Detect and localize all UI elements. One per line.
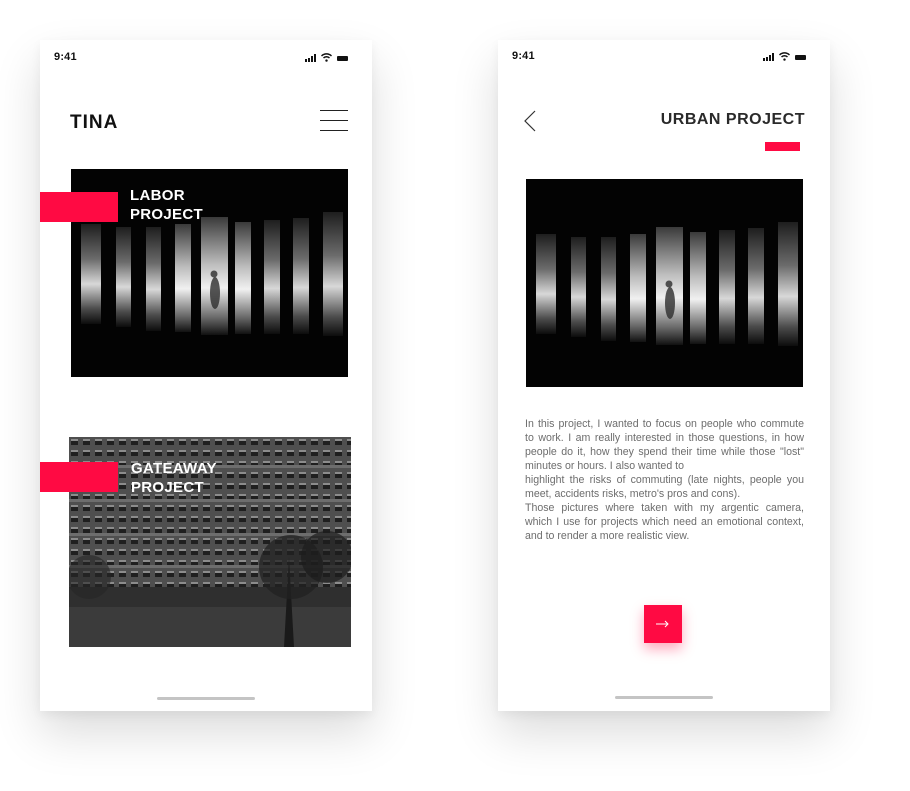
card-accent-tab	[40, 462, 118, 492]
status-icons	[763, 51, 806, 61]
back-button[interactable]	[522, 110, 540, 132]
status-time: 9:41	[512, 50, 535, 62]
arrow-right-icon	[656, 620, 669, 628]
menu-icon	[320, 110, 348, 111]
back-arrow-icon	[524, 110, 536, 132]
description-paragraph: In this project, I wanted to focus on pe…	[525, 418, 804, 472]
title-accent-bar	[765, 142, 800, 151]
status-icons	[305, 52, 348, 62]
menu-button[interactable]	[320, 110, 348, 132]
card-title[interactable]: LABOR PROJECT	[130, 186, 203, 224]
description-paragraph: Those pictures where taken with my argen…	[525, 502, 804, 542]
card-title[interactable]: GATEAWAY PROJECT	[131, 459, 217, 497]
next-button[interactable]	[644, 605, 682, 643]
brand-logo: TINA	[70, 112, 119, 133]
signal-icon	[305, 54, 316, 62]
battery-icon	[795, 55, 806, 60]
description-paragraph: highlight the risks of commuting (late n…	[525, 474, 804, 500]
home-screen: 9:41 TINA LABOR PROJECT GATEAWAY PROJECT	[40, 40, 372, 711]
signal-icon	[763, 53, 774, 61]
wifi-icon	[321, 53, 332, 62]
project-hero-image	[526, 179, 803, 387]
status-time: 9:41	[54, 51, 77, 63]
home-indicator[interactable]	[615, 696, 713, 699]
wifi-icon	[779, 52, 790, 61]
battery-icon	[337, 56, 348, 61]
card-accent-tab	[40, 192, 118, 222]
page-title: URBAN PROJECT	[660, 111, 805, 128]
detail-screen: 9:41 URBAN PROJECT In this project, I wa…	[498, 40, 830, 711]
project-photo	[536, 222, 798, 346]
home-indicator[interactable]	[157, 697, 255, 700]
project-description: In this project, I wanted to focus on pe…	[525, 417, 804, 543]
